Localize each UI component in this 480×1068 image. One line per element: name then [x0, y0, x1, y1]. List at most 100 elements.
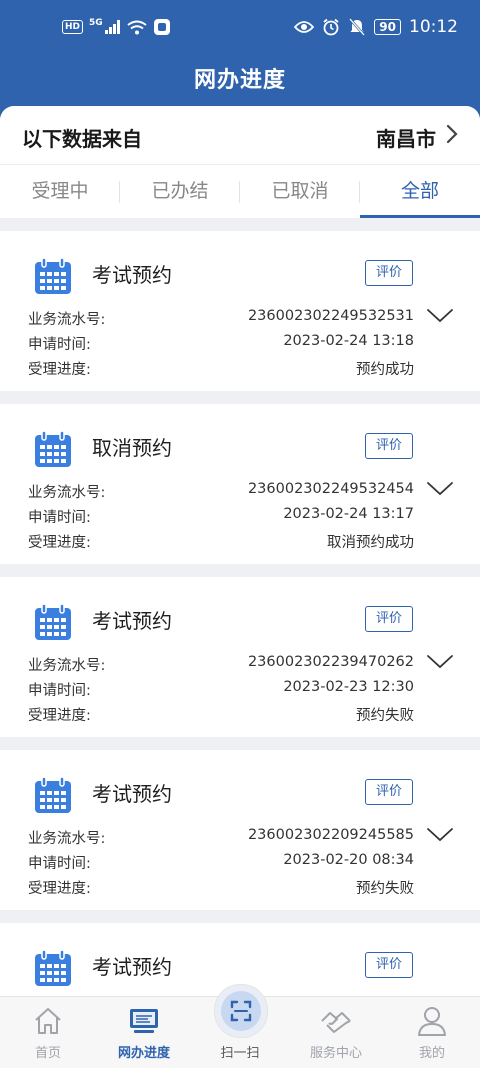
status-tabs: 受理中 已办结 已取消 全部: [0, 165, 480, 218]
progress-value: 预约成功: [356, 362, 414, 378]
network-type: 5G: [89, 18, 103, 28]
nav-progress-label: 网办进度: [117, 1046, 170, 1061]
scan-button-inner: [221, 991, 261, 1031]
nav-home[interactable]: 首页: [0, 997, 96, 1068]
status-right: 90 10:12: [294, 17, 458, 37]
application-card: 考试预约 评价 业务流水号: 236002302239470262 申请时间: …: [0, 577, 480, 737]
time-label: 申请时间:: [28, 856, 91, 872]
tab-processing[interactable]: 受理中: [0, 165, 120, 218]
application-card: 考试预约 评价 业务流水号: 236002302249532531 申请时间: …: [0, 231, 480, 391]
progress-label: 受理进度:: [28, 362, 91, 378]
data-source-label: 以下数据来自: [22, 127, 142, 151]
rate-button[interactable]: 评价: [365, 606, 413, 632]
tab-cancelled[interactable]: 已取消: [240, 165, 360, 218]
rate-button[interactable]: 评价: [365, 952, 413, 978]
calendar-icon: [35, 776, 71, 813]
serial-value: 236002302249532531: [247, 308, 414, 324]
progress-row: 受理进度: 取消预约成功: [28, 531, 414, 553]
calendar-icon: [35, 603, 71, 640]
app-header: HD 5G 90 10:12 网办进度: [0, 0, 480, 120]
time-value: 2023-02-24 13:18: [283, 333, 414, 349]
progress-row: 受理进度: 预约失败: [28, 704, 414, 726]
nav-service-center[interactable]: 服务中心: [288, 997, 384, 1068]
tab-all[interactable]: 全部: [360, 165, 480, 218]
progress-value: 预约失败: [356, 881, 414, 897]
scan-button[interactable]: [214, 984, 268, 1038]
nav-scan-label: 扫一扫: [220, 1046, 260, 1061]
serial-label: 业务流水号:: [28, 658, 106, 674]
application-card: 考试预约 评价 业务流水号: 236002302209245585 申请时间: …: [0, 750, 480, 910]
scan-icon: [230, 1000, 252, 1022]
time-label: 申请时间:: [28, 683, 91, 699]
eye-icon: [294, 21, 315, 33]
rate-button[interactable]: 评价: [365, 779, 413, 805]
time-row: 申请时间: 2023-02-24 13:17: [28, 506, 414, 528]
rate-button[interactable]: 评价: [365, 433, 413, 459]
handshake-icon: [321, 1012, 351, 1033]
application-title: 考试预约: [92, 782, 172, 806]
status-left: HD 5G: [62, 18, 171, 36]
chevron-down-icon[interactable]: [426, 480, 454, 498]
progress-label: 受理进度:: [28, 535, 91, 551]
serial-value: 236002302239470262: [247, 654, 414, 670]
progress-value: 取消预约成功: [327, 535, 414, 551]
time-row: 申请时间: 2023-02-23 12:30: [28, 679, 414, 701]
serial-row: 业务流水号: 236002302209245585: [28, 827, 414, 849]
serial-label: 业务流水号:: [28, 831, 106, 847]
hd-badge: HD: [62, 20, 84, 34]
calendar-icon: [35, 949, 71, 986]
progress-row: 受理进度: 预约成功: [28, 358, 414, 380]
application-title: 考试预约: [92, 955, 172, 979]
application-title: 考试预约: [92, 263, 172, 287]
nav-service-center-label: 服务中心: [309, 1046, 362, 1061]
data-source-city: 南昌市: [376, 127, 436, 151]
wifi-icon: [127, 20, 147, 34]
app-notification-icon: [153, 19, 170, 35]
nav-home-label: 首页: [34, 1046, 61, 1061]
mute-icon: [349, 18, 366, 36]
monitor-icon: [130, 1009, 158, 1033]
time-row: 申请时间: 2023-02-24 13:18: [28, 333, 414, 355]
progress-label: 受理进度:: [28, 708, 91, 724]
time-label: 申请时间:: [28, 337, 91, 353]
serial-row: 业务流水号: 236002302249532454: [28, 481, 414, 503]
serial-row: 业务流水号: 236002302239470262: [28, 654, 414, 676]
tab-completed[interactable]: 已办结: [120, 165, 240, 218]
status-bar: HD 5G 90 10:12: [0, 0, 480, 58]
chevron-right-icon: [446, 124, 458, 144]
alarm-icon: [323, 18, 339, 36]
serial-row: 业务流水号: 236002302249532531: [28, 308, 414, 330]
calendar-icon: [35, 430, 71, 467]
serial-label: 业务流水号:: [28, 485, 106, 501]
battery-level: 90: [374, 19, 401, 35]
serial-value: 236002302209245585: [247, 827, 414, 843]
chevron-down-icon[interactable]: [426, 653, 454, 671]
content-sheet: 以下数据来自 南昌市 受理中 已办结 已取消 全部 考试预约 评价 业务流水号:…: [0, 106, 480, 996]
signal-icon: [104, 20, 120, 34]
status-time: 10:12: [409, 17, 458, 37]
user-icon: [418, 1007, 446, 1036]
progress-value: 预约失败: [356, 708, 414, 724]
time-row: 申请时间: 2023-02-20 08:34: [28, 852, 414, 874]
home-icon: [35, 1008, 61, 1034]
chevron-down-icon[interactable]: [426, 826, 454, 844]
time-value: 2023-02-24 13:17: [283, 506, 414, 522]
chevron-down-icon[interactable]: [426, 307, 454, 325]
serial-label: 业务流水号:: [28, 312, 106, 328]
calendar-icon: [35, 257, 71, 294]
page-title: 网办进度: [193, 68, 286, 93]
time-value: 2023-02-20 08:34: [283, 852, 414, 868]
progress-row: 受理进度: 预约失败: [28, 877, 414, 899]
nav-mine-label: 我的: [418, 1046, 445, 1061]
application-card: 取消预约 评价 业务流水号: 236002302249532454 申请时间: …: [0, 404, 480, 564]
application-title: 取消预约: [92, 436, 172, 460]
application-title: 考试预约: [92, 609, 172, 633]
progress-label: 受理进度:: [28, 881, 91, 897]
time-label: 申请时间:: [28, 510, 91, 526]
time-value: 2023-02-23 12:30: [283, 679, 414, 695]
nav-mine[interactable]: 我的: [384, 997, 480, 1068]
rate-button[interactable]: 评价: [365, 260, 413, 286]
nav-progress[interactable]: 网办进度: [96, 997, 192, 1068]
data-source-row[interactable]: 以下数据来自 南昌市: [0, 106, 480, 165]
serial-value: 236002302249532454: [247, 481, 414, 497]
